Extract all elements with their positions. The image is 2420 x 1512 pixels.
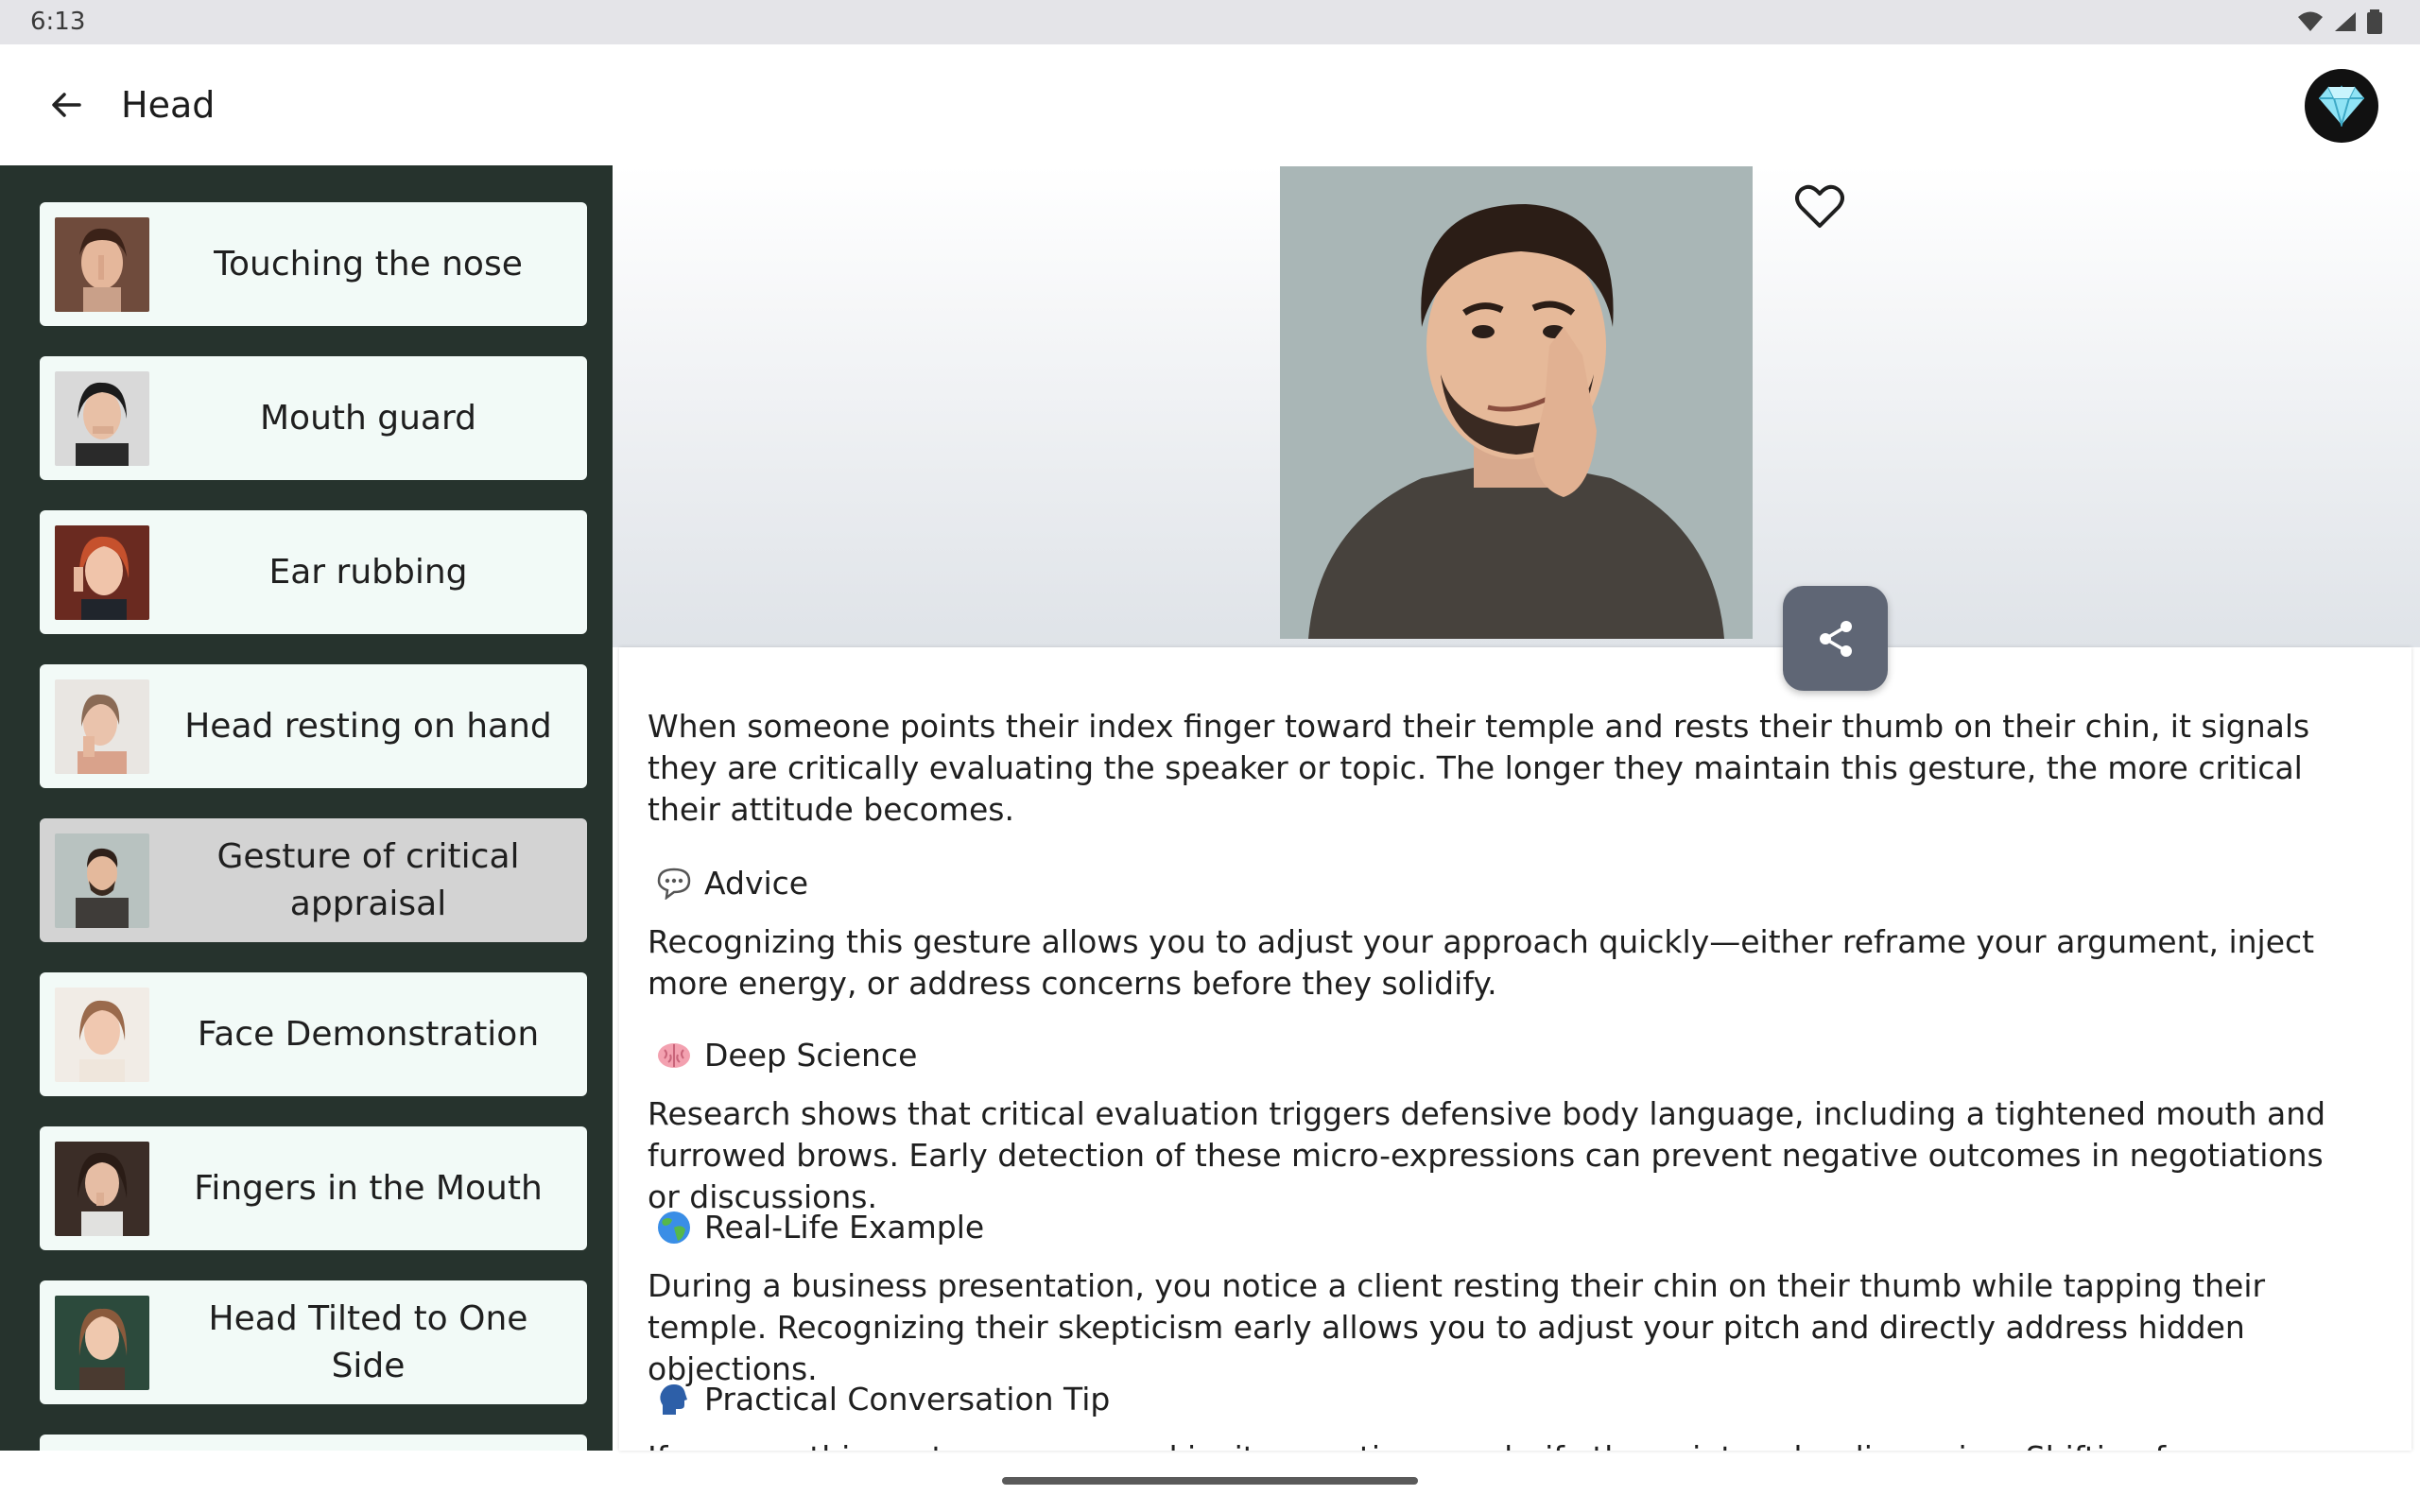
wifi-icon xyxy=(2298,11,2323,31)
list-item-head-tilted[interactable]: Head Tilted to One Side xyxy=(40,1280,587,1404)
list-item-touching-nose[interactable]: Touching the nose xyxy=(40,202,587,326)
thumbnail-image xyxy=(55,679,149,774)
arrow-back-icon xyxy=(52,93,81,117)
section-body-real-life: During a business presentation, you noti… xyxy=(648,1267,2266,1387)
thumbnail-image xyxy=(55,371,149,466)
list-item-mouth-guard[interactable]: Mouth guard xyxy=(40,356,587,480)
thumbnail-image xyxy=(55,833,149,928)
signal-icon xyxy=(2335,12,2356,31)
battery-icon xyxy=(2367,9,2382,34)
section-heading-label: Advice xyxy=(704,865,809,902)
back-button[interactable] xyxy=(42,80,91,129)
thumbnail-image xyxy=(55,1296,149,1390)
thumbnail-image xyxy=(55,988,149,1082)
list-item-critical-appraisal[interactable]: Gesture of critical appraisal xyxy=(40,818,587,942)
section-body-deep-science: Research shows that critical evaluation … xyxy=(648,1095,2326,1215)
share-icon xyxy=(1819,620,1852,657)
brain-icon xyxy=(657,1039,691,1073)
description-panel[interactable]: When someone points their index finger t… xyxy=(619,647,2411,1451)
status-bar: 6:13 xyxy=(0,0,2420,44)
thumbnail-image xyxy=(55,217,149,312)
section-body-advice: Recognizing this gesture allows you to a… xyxy=(648,923,2315,1002)
section-heading-conversation-tip: Practical Conversation Tip xyxy=(657,1379,1110,1420)
heart-icon xyxy=(1795,184,1844,228)
section-heading-advice: Advice xyxy=(657,863,808,904)
section-heading-label: Practical Conversation Tip xyxy=(704,1381,1111,1418)
list-item-label: Touching the nose xyxy=(214,244,523,284)
list-item-ear-rubbing[interactable]: Ear rubbing xyxy=(40,510,587,634)
gesture-list[interactable]: Touching the nose Mouth guard Ear rubbin… xyxy=(0,165,613,1451)
gesture-image xyxy=(1280,166,1753,639)
section-heading-deep-science: Deep Science xyxy=(657,1035,917,1076)
list-item-label: Mouth guard xyxy=(259,398,477,438)
favorite-button[interactable] xyxy=(1792,180,1847,234)
section-heading-label: Deep Science xyxy=(704,1037,918,1074)
list-item-face-demonstration[interactable]: Face Demonstration xyxy=(40,972,587,1096)
gesture-nav-handle[interactable] xyxy=(1002,1477,1418,1485)
section-heading-real-life: Real-Life Example xyxy=(657,1207,984,1248)
list-item-label: Face Demonstration xyxy=(197,1014,540,1054)
list-item-label: Head resting on hand xyxy=(184,706,552,746)
status-time: 6:13 xyxy=(30,8,86,36)
app-bar: Head xyxy=(0,44,2420,165)
thumbnail-image xyxy=(55,525,149,620)
share-button[interactable] xyxy=(1783,586,1888,691)
section-body-conversation-tip: If you see this gesture, pause and invit… xyxy=(648,1437,2355,1451)
speech-bubble-icon xyxy=(657,867,691,901)
page-title: Head xyxy=(121,84,216,126)
list-item-label: Ear rubbing xyxy=(268,552,468,592)
premium-button[interactable] xyxy=(2305,69,2378,143)
list-item-partial[interactable] xyxy=(40,1435,587,1451)
globe-icon xyxy=(657,1211,691,1245)
list-item-label: Gesture of critical appraisal xyxy=(216,836,520,923)
list-item-fingers-mouth[interactable]: Fingers in the Mouth xyxy=(40,1126,587,1250)
list-item-label: Head Tilted to One Side xyxy=(208,1298,528,1385)
speaking-head-icon xyxy=(657,1383,691,1417)
thumbnail-image xyxy=(55,1142,149,1236)
list-item-head-resting[interactable]: Head resting on hand xyxy=(40,664,587,788)
system-icons xyxy=(2297,9,2382,34)
diamond-icon xyxy=(2319,85,2364,127)
intro-text: When someone points their index finger t… xyxy=(648,708,2310,828)
list-item-label: Fingers in the Mouth xyxy=(194,1168,543,1208)
section-heading-label: Real-Life Example xyxy=(704,1209,985,1246)
